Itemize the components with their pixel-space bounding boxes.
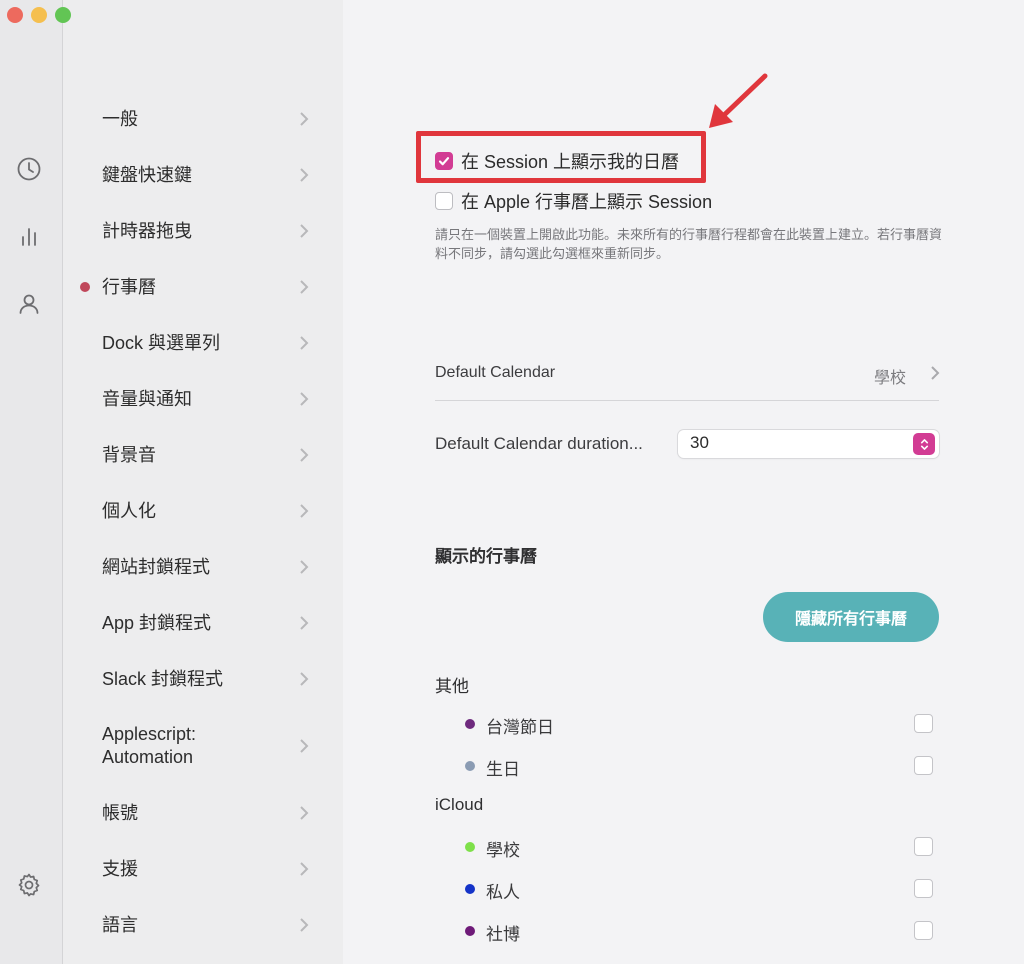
sidebar-item-label: 支援: [102, 858, 138, 879]
show-calendar-in-session-row[interactable]: 在 Session 上顯示我的日曆: [435, 148, 679, 174]
chevron-right-icon: [298, 861, 310, 877]
sidebar-item-account[interactable]: 帳號: [63, 793, 343, 833]
default-calendar-label: Default Calendar: [435, 364, 556, 381]
chevron-right-icon: [298, 615, 310, 631]
sidebar-item-label: Applescript: Automation: [102, 724, 197, 767]
chevron-right-icon: [298, 503, 310, 519]
chevron-right-icon: [298, 447, 310, 463]
sidebar-item-sound-notifications[interactable]: 音量與通知: [63, 379, 343, 419]
sidebar-item-label: Dock 與選單列: [102, 332, 221, 353]
calendar-color-dot: [465, 842, 475, 852]
show-session-in-apple-calendar-label: 在 Apple 行事曆上顯示 Session: [461, 192, 713, 212]
window-controls: [7, 7, 71, 23]
hide-all-calendars-button[interactable]: 隱藏所有行事曆: [763, 592, 939, 642]
sidebar-item-label: 鍵盤快速鍵: [102, 164, 192, 185]
calendar-color-dot: [465, 884, 475, 894]
calendar-visibility-checkbox[interactable]: [914, 756, 933, 775]
person-icon[interactable]: [16, 291, 42, 317]
default-duration-select[interactable]: 30: [678, 430, 939, 458]
minimize-window-button[interactable]: [31, 7, 47, 23]
icon-rail: [0, 0, 63, 964]
close-window-button[interactable]: [7, 7, 23, 23]
sidebar-item-dock-menubar[interactable]: Dock 與選單列: [63, 323, 343, 363]
gear-icon[interactable]: [16, 872, 42, 898]
chevron-right-icon: [298, 335, 310, 351]
sidebar-item-label: 語言: [102, 914, 138, 935]
show-calendar-in-session-checkbox[interactable]: [435, 152, 453, 170]
chevron-right-icon[interactable]: [929, 365, 941, 386]
annotation-arrow: [709, 73, 768, 128]
calendar-row[interactable]: 私人: [463, 877, 939, 902]
calendar-color-dot: [465, 926, 475, 936]
sidebar-item-personalization[interactable]: 個人化: [63, 491, 343, 531]
default-duration-value: 30: [690, 433, 709, 452]
divider: [435, 400, 939, 401]
sidebar-item-website-blocker[interactable]: 網站封鎖程式: [63, 547, 343, 587]
sidebar-item-timer-drag[interactable]: 計時器拖曳: [63, 211, 343, 251]
calendar-row[interactable]: 台灣節日: [463, 712, 939, 737]
calendar-visibility-checkbox[interactable]: [914, 837, 933, 856]
sidebar-item-label: 一般: [102, 108, 138, 129]
active-indicator: [80, 282, 90, 292]
show-session-in-apple-calendar-row[interactable]: 在 Apple 行事曆上顯示 Session: [435, 188, 712, 214]
chevron-right-icon: [298, 167, 310, 183]
sidebar-item-language[interactable]: 語言: [63, 905, 343, 945]
sidebar-item-support[interactable]: 支援: [63, 849, 343, 889]
clock-icon[interactable]: [16, 156, 42, 182]
sidebar-item-label: 音量與通知: [102, 388, 192, 409]
sidebar-item-applescript[interactable]: Applescript: Automation: [63, 722, 343, 770]
calendar-name: 生日: [486, 760, 520, 779]
zoom-window-button[interactable]: [55, 7, 71, 23]
chevron-right-icon: [298, 671, 310, 687]
sidebar-item-label: 行事曆: [102, 276, 156, 297]
calendar-visibility-checkbox[interactable]: [914, 714, 933, 733]
sidebar-item-app-blocker[interactable]: App 封鎖程式: [63, 603, 343, 643]
chevron-right-icon: [298, 738, 310, 754]
chevron-right-icon: [298, 917, 310, 933]
sidebar-item-general[interactable]: 一般: [63, 99, 343, 139]
bar-chart-icon[interactable]: [16, 224, 42, 250]
chevron-up-down-icon[interactable]: [913, 433, 935, 455]
sidebar-item-slack-blocker[interactable]: Slack 封鎖程式: [63, 659, 343, 699]
chevron-right-icon: [298, 111, 310, 127]
chevron-right-icon: [298, 391, 310, 407]
calendar-row[interactable]: 社博: [463, 919, 939, 944]
calendar-name: 台灣節日: [486, 718, 554, 737]
calendar-name: 社博: [486, 925, 520, 944]
sidebar-item-label: App 封鎖程式: [102, 612, 212, 633]
calendar-settings-panel: 在 Session 上顯示我的日曆 在 Apple 行事曆上顯示 Session…: [343, 0, 1024, 964]
calendar-row[interactable]: 學校: [463, 835, 939, 860]
chevron-right-icon: [298, 559, 310, 575]
chevron-right-icon: [298, 279, 310, 295]
calendar-color-dot: [465, 761, 475, 771]
calendar-row[interactable]: 生日: [463, 754, 939, 779]
chevron-right-icon: [298, 805, 310, 821]
calendar-group-icloud: iCloud: [435, 795, 484, 814]
sidebar-item-label: 帳號: [102, 802, 138, 823]
calendar-name: 學校: [486, 841, 520, 860]
sidebar-item-label: 背景音: [102, 444, 156, 465]
sidebar-item-label: 個人化: [102, 500, 156, 521]
shown-calendars-title: 顯示的行事曆: [435, 547, 537, 566]
settings-sidebar: 一般 鍵盤快速鍵 計時器拖曳 行事曆 Dock 與選單列 音量與通知 背景音 個…: [63, 0, 343, 964]
calendar-visibility-checkbox[interactable]: [914, 921, 933, 940]
calendar-visibility-checkbox[interactable]: [914, 879, 933, 898]
default-duration-label: Default Calendar duration...: [435, 434, 643, 453]
show-session-in-apple-calendar-checkbox[interactable]: [435, 192, 453, 210]
sidebar-item-label: 網站封鎖程式: [102, 556, 210, 577]
default-calendar-value[interactable]: 學校: [874, 364, 906, 388]
chevron-right-icon: [298, 223, 310, 239]
sidebar-item-keyboard-shortcuts[interactable]: 鍵盤快速鍵: [63, 155, 343, 195]
sidebar-item-background-sound[interactable]: 背景音: [63, 435, 343, 475]
sync-help-text: 請只在一個裝置上開啟此功能。未來所有的行事曆行程都會在此裝置上建立。若行事曆資料…: [435, 227, 943, 261]
calendar-name: 私人: [486, 883, 520, 902]
calendar-group-other: 其他: [435, 677, 469, 696]
show-calendar-in-session-label: 在 Session 上顯示我的日曆: [461, 152, 680, 172]
sidebar-item-calendar[interactable]: 行事曆: [63, 267, 343, 307]
sidebar-item-label: Slack 封鎖程式: [102, 668, 224, 689]
calendar-color-dot: [465, 719, 475, 729]
sidebar-item-label: 計時器拖曳: [102, 220, 192, 241]
